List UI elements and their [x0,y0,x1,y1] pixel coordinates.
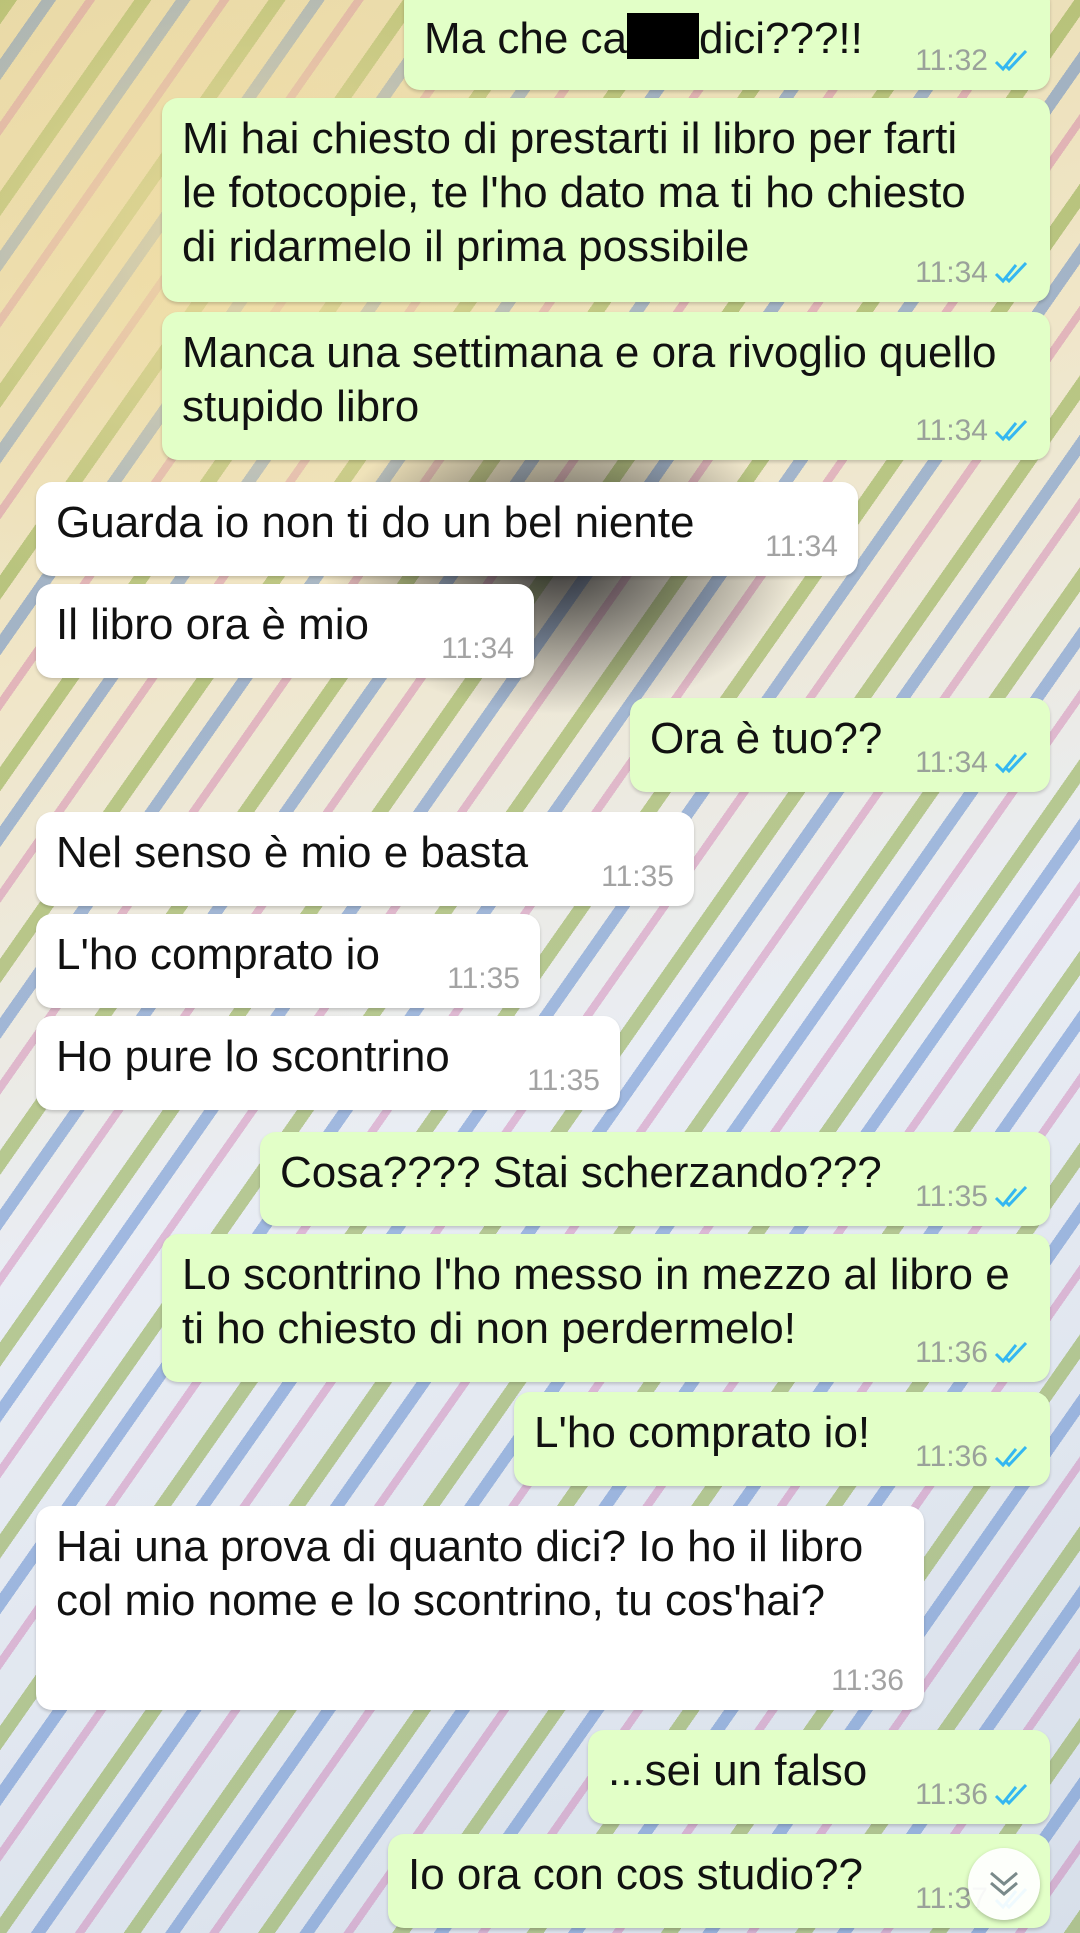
message-time: 11:34 [441,632,514,665]
double-check-icon [994,261,1028,284]
message-bubble-incoming[interactable]: Guarda io non ti do un bel niente 11:34 [36,482,858,576]
message-bubble-outgoing[interactable]: Manca una settimana e ora rivoglio quell… [162,312,1050,460]
scroll-to-bottom-button[interactable] [968,1848,1040,1920]
message-text: Manca una settimana e ora rivoglio quell… [182,328,1009,431]
message-bubble-outgoing[interactable]: Cosa???? Stai scherzando??? 11:35 [260,1132,1050,1226]
double-check-icon [994,1783,1028,1806]
message-bubble-incoming[interactable]: L'ho comprato io 11:35 [36,914,540,1008]
message-bubble-outgoing[interactable]: Ora è tuo?? 11:34 [630,698,1050,792]
message-meta: 11:36 [915,1440,1030,1474]
message-time: 11:36 [915,1440,988,1473]
message-meta: 11:35 [527,1064,600,1098]
message-meta: 11:36 [915,1336,1030,1370]
message-bubble-outgoing[interactable]: ...sei un falso 11:36 [588,1730,1050,1824]
message-bubble-incoming[interactable]: Hai una prova di quanto dici? Io ho il l… [36,1506,924,1710]
message-text: Mi hai chiesto di prestarti il libro per… [182,114,979,271]
message-meta: 11:34 [915,414,1030,448]
message-time: 11:34 [765,530,838,563]
message-meta: 11:35 [915,1180,1030,1214]
message-time: 11:35 [527,1064,600,1097]
message-time: 11:35 [447,962,520,995]
message-meta: 11:36 [915,1778,1030,1812]
redaction-box [626,13,699,59]
message-meta: 11:35 [601,860,674,894]
chevron-down-icon [990,1871,1018,1896]
message-bubble-outgoing[interactable]: L'ho comprato io! 11:36 [514,1392,1050,1486]
message-time: 11:32 [915,44,988,77]
double-check-icon [994,419,1028,442]
message-meta: 11:34 [765,530,838,564]
message-time: 11:34 [915,746,988,779]
message-time: 11:36 [915,1336,988,1369]
message-bubble-outgoing[interactable]: Lo scontrino l'ho messo in mezzo al libr… [162,1234,1050,1382]
message-meta: 11:35 [447,962,520,996]
message-text: Nel senso è mio e basta [56,828,529,877]
message-meta: 11:34 [915,746,1030,780]
message-bubble-outgoing[interactable]: Mi hai chiesto di prestarti il libro per… [162,98,1050,302]
message-meta: 11:34 [915,256,1030,290]
message-bubble-incoming[interactable]: Ho pure lo scontrino 11:35 [36,1016,620,1110]
double-check-icon [994,1185,1028,1208]
message-meta: 11:34 [441,632,514,666]
message-time: 11:34 [915,256,988,289]
message-time: 11:34 [915,414,988,447]
double-check-icon [994,751,1028,774]
double-check-icon [994,1341,1028,1364]
message-time: 11:36 [915,1778,988,1811]
message-text: Guarda io non ti do un bel niente [56,498,695,547]
message-time: 11:35 [601,860,674,893]
message-time: 11:35 [915,1180,988,1213]
message-text: Hai una prova di quanto dici? Io ho il l… [56,1522,876,1625]
message-meta: 11:32 [915,44,1030,78]
message-bubble-incoming[interactable]: Il libro ora è mio 11:34 [36,584,534,678]
message-time: 11:36 [831,1664,904,1697]
message-meta: 11:36 [831,1664,904,1698]
message-bubble-incoming[interactable]: Nel senso è mio e basta 11:35 [36,812,694,906]
message-bubble-outgoing[interactable]: Io ora con cos studio?? 11:37 [388,1834,1050,1928]
double-check-icon [994,1445,1028,1468]
message-bubble-outgoing[interactable]: Ma che ca dici???!! 11:32 [404,0,1050,90]
message-text: Ho pure lo scontrino [56,1032,450,1081]
double-check-icon [994,49,1028,72]
message-text: Lo scontrino l'ho messo in mezzo al libr… [182,1250,1022,1353]
